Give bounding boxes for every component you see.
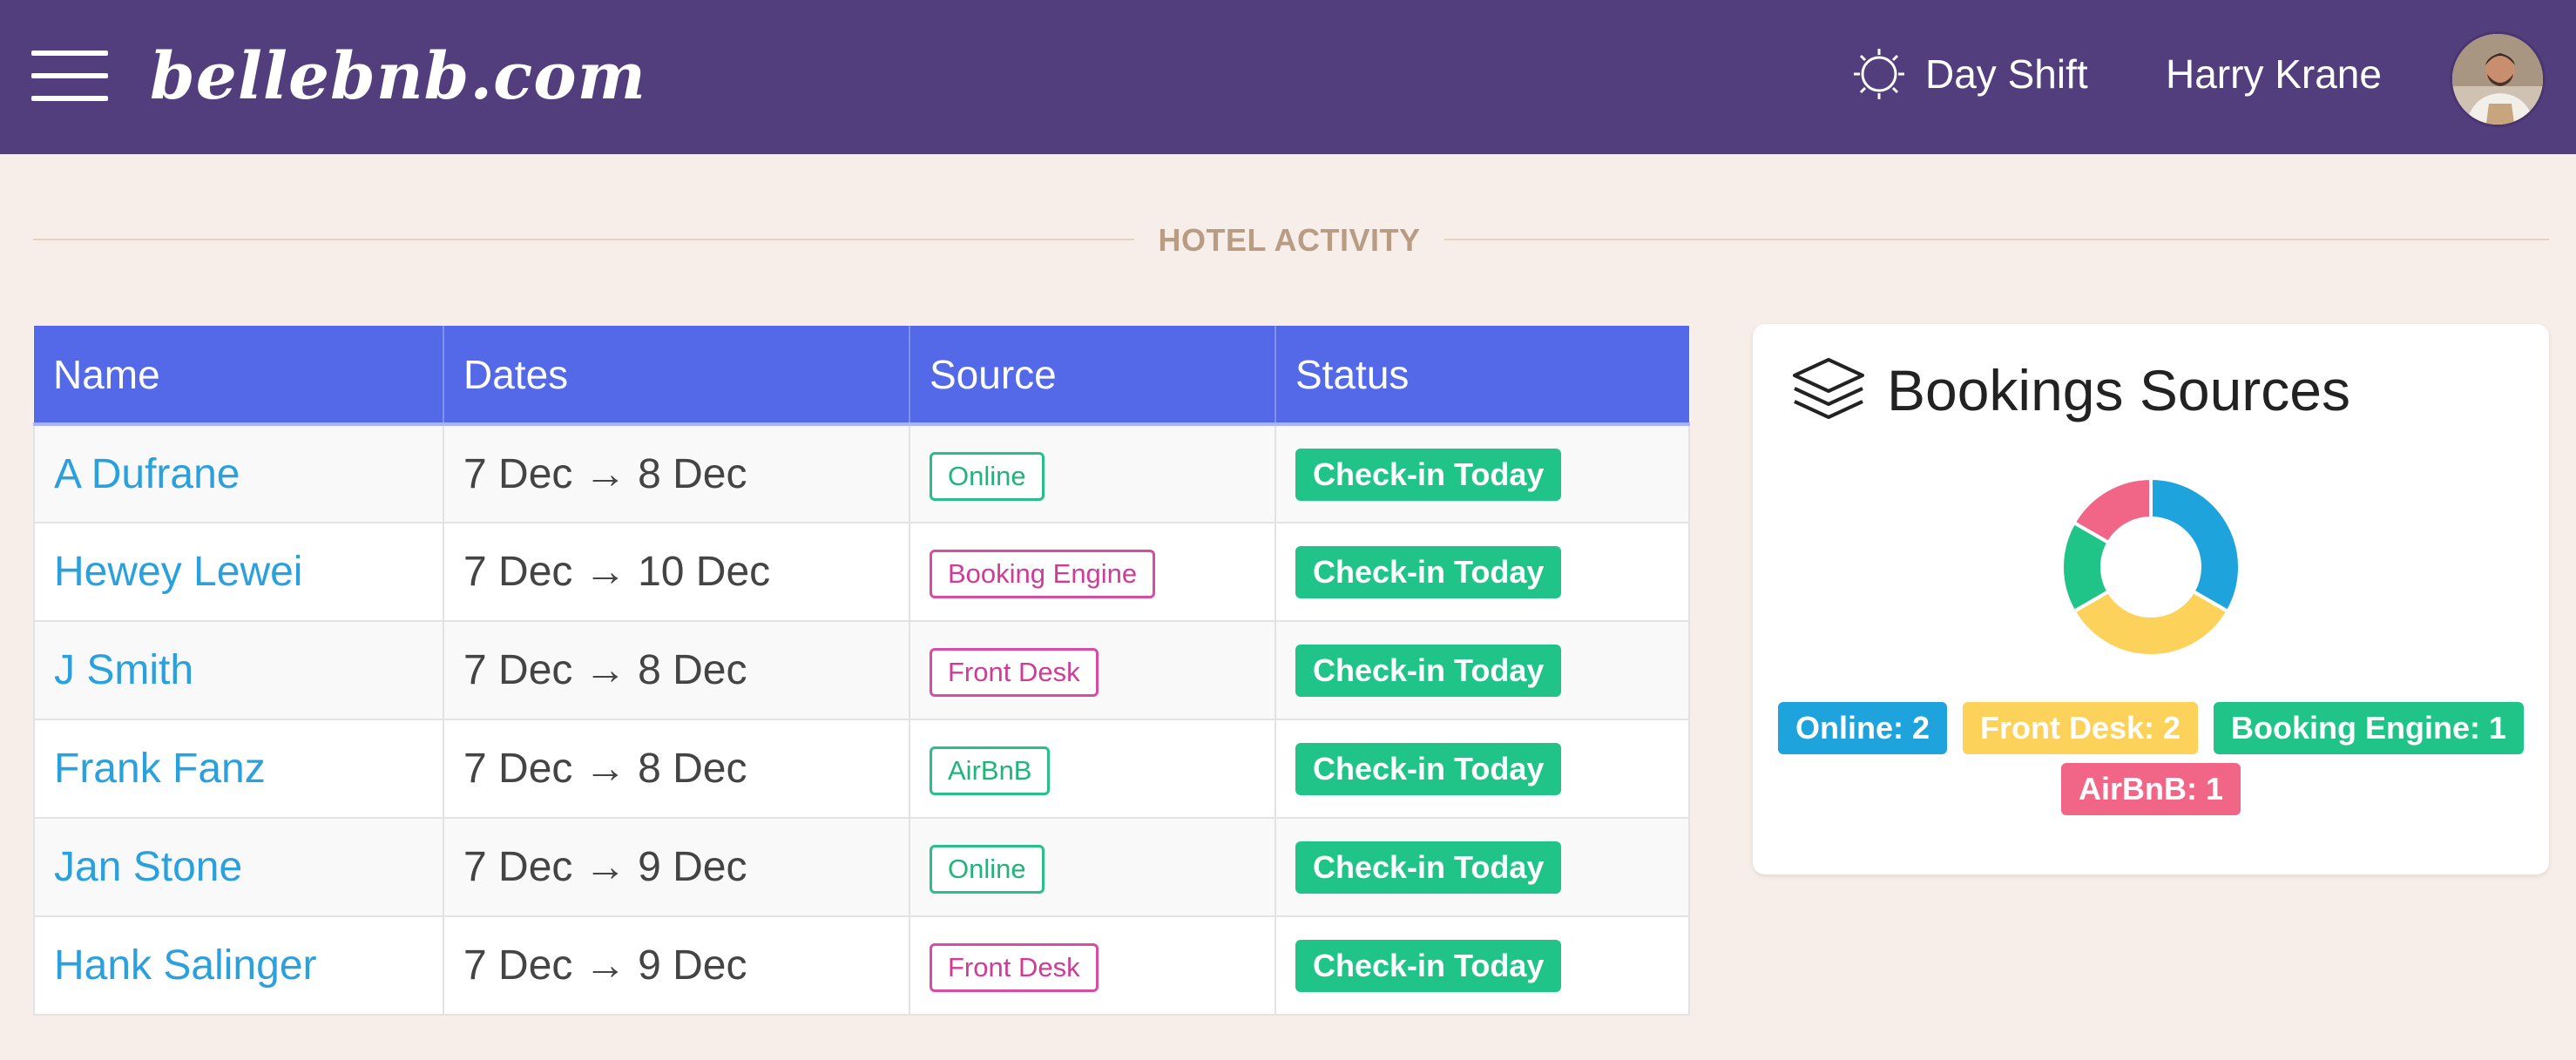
cell-source: Front Desk: [909, 620, 1276, 720]
table-row: Frank Fanz 7 Dec → 8 Dec AirBnB Check-in…: [33, 719, 1690, 819]
section-divider-right: [1444, 239, 2549, 240]
cell-name: Hewey Lewei: [33, 522, 444, 622]
cell-source: Online: [909, 423, 1276, 523]
guest-name-link[interactable]: J Smith: [54, 647, 193, 693]
layers-icon: [1793, 358, 1864, 419]
table-header-row: Name Dates Source Status: [34, 326, 1689, 426]
table-row: Jan Stone 7 Dec → 9 Dec Online Check-in …: [33, 817, 1690, 917]
table-row: A Dufrane 7 Dec → 8 Dec Online Check-in …: [33, 423, 1690, 523]
donut-slice-front-desk[interactable]: [2071, 589, 2231, 658]
section-title: HOTEL ACTIVITY: [1158, 222, 1421, 258]
guest-name-link[interactable]: Hewey Lewei: [54, 549, 302, 595]
status-badge[interactable]: Check-in Today: [1295, 448, 1562, 501]
cell-name: Frank Fanz: [33, 719, 444, 819]
cell-status: Check-in Today: [1274, 522, 1690, 622]
chart-legend: Online: 2 Front Desk: 2 Booking Engine: …: [1753, 702, 2549, 754]
stay-dates: 7 Dec → 8 Dec: [463, 746, 747, 792]
source-tag[interactable]: Front Desk: [930, 943, 1099, 992]
source-tag[interactable]: Booking Engine: [930, 550, 1156, 598]
cell-dates: 7 Dec → 8 Dec: [443, 719, 910, 819]
source-tag[interactable]: Front Desk: [930, 648, 1099, 697]
cell-dates: 7 Dec → 10 Dec: [443, 522, 910, 622]
status-badge[interactable]: Check-in Today: [1295, 743, 1562, 795]
legend-badge-booking-engine[interactable]: Booking Engine: 1: [2214, 702, 2525, 754]
stay-dates: 7 Dec → 8 Dec: [463, 450, 747, 497]
cell-status: Check-in Today: [1274, 817, 1690, 917]
status-badge[interactable]: Check-in Today: [1295, 940, 1562, 992]
cell-source: AirBnB: [909, 719, 1276, 819]
cell-name: Hank Salinger: [33, 915, 444, 1016]
source-tag[interactable]: Online: [930, 845, 1045, 894]
stay-dates: 7 Dec → 8 Dec: [463, 647, 747, 693]
sun-icon: [1854, 49, 1904, 99]
table-row: J Smith 7 Dec → 8 Dec Front Desk Check-i…: [33, 620, 1690, 720]
cell-source: Front Desk: [909, 915, 1276, 1016]
status-badge[interactable]: Check-in Today: [1295, 645, 1562, 697]
status-badge[interactable]: Check-in Today: [1295, 546, 1562, 598]
guest-name-link[interactable]: A Dufrane: [54, 451, 240, 497]
cell-dates: 7 Dec → 9 Dec: [443, 915, 910, 1016]
guest-name-link[interactable]: Hank Salinger: [54, 942, 317, 989]
column-header-dates[interactable]: Dates: [443, 326, 909, 426]
column-header-status[interactable]: Status: [1274, 326, 1689, 426]
avatar-image: [2452, 34, 2543, 125]
cell-name: J Smith: [33, 620, 444, 720]
shift-label: Day Shift: [1925, 51, 2088, 97]
stay-dates: 7 Dec → 9 Dec: [463, 942, 747, 989]
top-bar: bellebnb.com Day Shift Harry Krane: [0, 0, 2576, 154]
brand-logo[interactable]: bellebnb.com: [150, 33, 646, 120]
card-title: Bookings Sources: [1887, 358, 2350, 422]
guest-name-link[interactable]: Jan Stone: [54, 844, 242, 890]
cell-dates: 7 Dec → 8 Dec: [443, 620, 910, 720]
table-row: Hewey Lewei 7 Dec → 10 Dec Booking Engin…: [33, 522, 1690, 622]
status-badge[interactable]: Check-in Today: [1295, 841, 1562, 894]
column-header-source[interactable]: Source: [909, 326, 1275, 426]
guest-name-link[interactable]: Frank Fanz: [54, 746, 266, 792]
cell-status: Check-in Today: [1274, 719, 1690, 819]
shift-toggle[interactable]: Day Shift: [1852, 42, 2088, 106]
hamburger-menu-icon[interactable]: [31, 51, 108, 101]
source-tag[interactable]: AirBnB: [930, 746, 1051, 795]
legend-badge-online[interactable]: Online: 2: [1777, 702, 1947, 754]
cell-name: A Dufrane: [33, 423, 444, 523]
cell-dates: 7 Dec → 8 Dec: [443, 423, 910, 523]
table-row: Hank Salinger 7 Dec → 9 Dec Front Desk C…: [33, 915, 1690, 1016]
bookings-sources-card: Bookings Sources Online: 2 Front Desk: 2…: [1753, 324, 2549, 874]
cell-source: Booking Engine: [909, 522, 1276, 622]
stay-dates: 7 Dec → 10 Dec: [463, 549, 771, 595]
user-name[interactable]: Harry Krane: [2166, 42, 2382, 106]
column-header-name[interactable]: Name: [34, 326, 443, 426]
cell-dates: 7 Dec → 9 Dec: [443, 817, 910, 917]
legend-badge-front-desk[interactable]: Front Desk: 2: [1962, 702, 2199, 754]
stay-dates: 7 Dec → 9 Dec: [463, 844, 747, 890]
section-divider-left: [33, 239, 1134, 240]
legend-badge-airbnb[interactable]: AirBnB: 1: [2060, 763, 2241, 815]
avatar[interactable]: [2450, 31, 2546, 127]
cell-status: Check-in Today: [1274, 620, 1690, 720]
bookings-donut-chart[interactable]: [2059, 476, 2242, 658]
cell-source: Online: [909, 817, 1276, 917]
card-header: Bookings Sources: [1791, 347, 2350, 434]
source-tag[interactable]: Online: [930, 451, 1045, 501]
cell-status: Check-in Today: [1274, 423, 1690, 523]
chart-legend: AirBnB: 1: [1753, 763, 2549, 815]
cell-name: Jan Stone: [33, 817, 444, 917]
cell-status: Check-in Today: [1274, 915, 1690, 1016]
activity-table: Name Dates Source Status A Dufrane 7 Dec…: [33, 326, 1690, 1016]
